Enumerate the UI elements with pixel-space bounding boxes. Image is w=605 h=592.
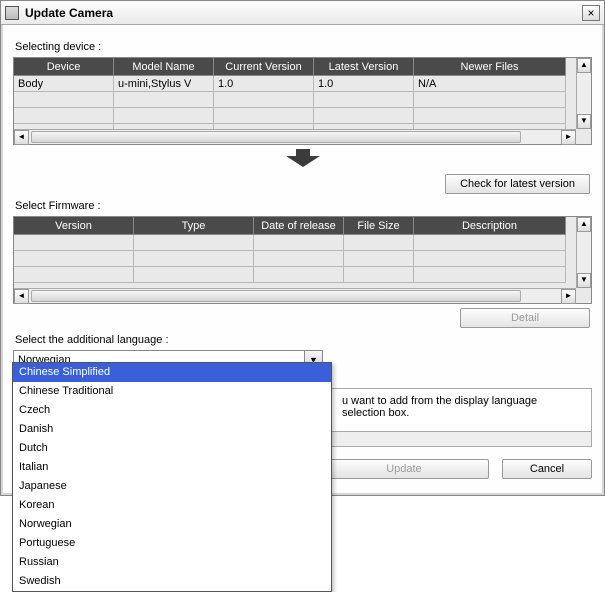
language-option[interactable]: Korean: [13, 496, 331, 515]
fw-col-date: Date of release: [254, 217, 344, 235]
table-cell[interactable]: u-mini,Stylus V: [114, 76, 214, 92]
table-cell[interactable]: Body: [14, 76, 114, 92]
table-cell: [14, 92, 114, 108]
device-col-device: Device: [14, 58, 114, 76]
update-button[interactable]: Update: [319, 459, 489, 479]
vertical-scrollbar[interactable]: ▲ ▼: [576, 58, 591, 129]
firmware-table[interactable]: Version Type Date of release File Size D…: [13, 216, 592, 304]
close-button[interactable]: ×: [582, 5, 600, 21]
firmware-section-label: Select Firmware :: [15, 200, 592, 212]
scroll-track[interactable]: [29, 289, 561, 303]
cancel-button[interactable]: Cancel: [502, 459, 592, 479]
table-cell[interactable]: 1.0: [214, 76, 314, 92]
scroll-right-icon[interactable]: ►: [561, 289, 576, 304]
arrow-down-icon: [13, 149, 592, 170]
scroll-left-icon[interactable]: ◄: [14, 130, 29, 145]
language-option[interactable]: Chinese Simplified: [13, 363, 331, 382]
table-cell[interactable]: N/A: [414, 76, 566, 92]
language-option[interactable]: Czech: [13, 401, 331, 420]
device-table[interactable]: Device Model Name Current Version Latest…: [13, 57, 592, 145]
scroll-down-icon[interactable]: ▼: [577, 273, 591, 288]
fw-col-size: File Size: [344, 217, 414, 235]
device-col-model: Model Name: [114, 58, 214, 76]
window-title: Update Camera: [25, 6, 582, 20]
language-option[interactable]: Danish: [13, 420, 331, 439]
language-option[interactable]: Swedish: [13, 572, 331, 591]
language-option[interactable]: Russian: [13, 553, 331, 572]
device-col-current: Current Version: [214, 58, 314, 76]
scroll-thumb[interactable]: [31, 290, 521, 302]
scroll-down-icon[interactable]: ▼: [577, 114, 591, 129]
scroll-up-icon[interactable]: ▲: [577, 58, 591, 73]
scroll-left-icon[interactable]: ◄: [14, 289, 29, 304]
language-section-label: Select the additional language :: [15, 334, 592, 346]
scroll-up-icon[interactable]: ▲: [577, 217, 591, 232]
table-cell[interactable]: 1.0: [314, 76, 414, 92]
titlebar: Update Camera ×: [1, 1, 604, 25]
device-section-label: Selecting device :: [15, 41, 592, 53]
language-option[interactable]: Chinese Traditional: [13, 382, 331, 401]
vertical-scrollbar[interactable]: ▲ ▼: [576, 217, 591, 288]
language-option[interactable]: Norwegian: [13, 515, 331, 534]
language-option[interactable]: Portuguese: [13, 534, 331, 553]
language-dropdown-list[interactable]: Chinese SimplifiedChinese TraditionalCze…: [12, 362, 332, 592]
language-option[interactable]: Japanese: [13, 477, 331, 496]
fw-col-desc: Description: [414, 217, 566, 235]
scroll-thumb[interactable]: [31, 131, 521, 143]
table-cell: [14, 108, 114, 124]
fw-col-version: Version: [14, 217, 134, 235]
device-col-newer: Newer Files: [414, 58, 566, 76]
detail-button[interactable]: Detail: [460, 308, 590, 328]
language-option[interactable]: Dutch: [13, 439, 331, 458]
app-icon: [5, 6, 19, 20]
scroll-right-icon[interactable]: ►: [561, 130, 576, 145]
fw-col-type: Type: [134, 217, 254, 235]
check-latest-button[interactable]: Check for latest version: [445, 174, 590, 194]
scroll-track[interactable]: [29, 130, 561, 144]
language-option[interactable]: Italian: [13, 458, 331, 477]
info-text: u want to add from the display language …: [342, 395, 583, 419]
device-col-latest: Latest Version: [314, 58, 414, 76]
